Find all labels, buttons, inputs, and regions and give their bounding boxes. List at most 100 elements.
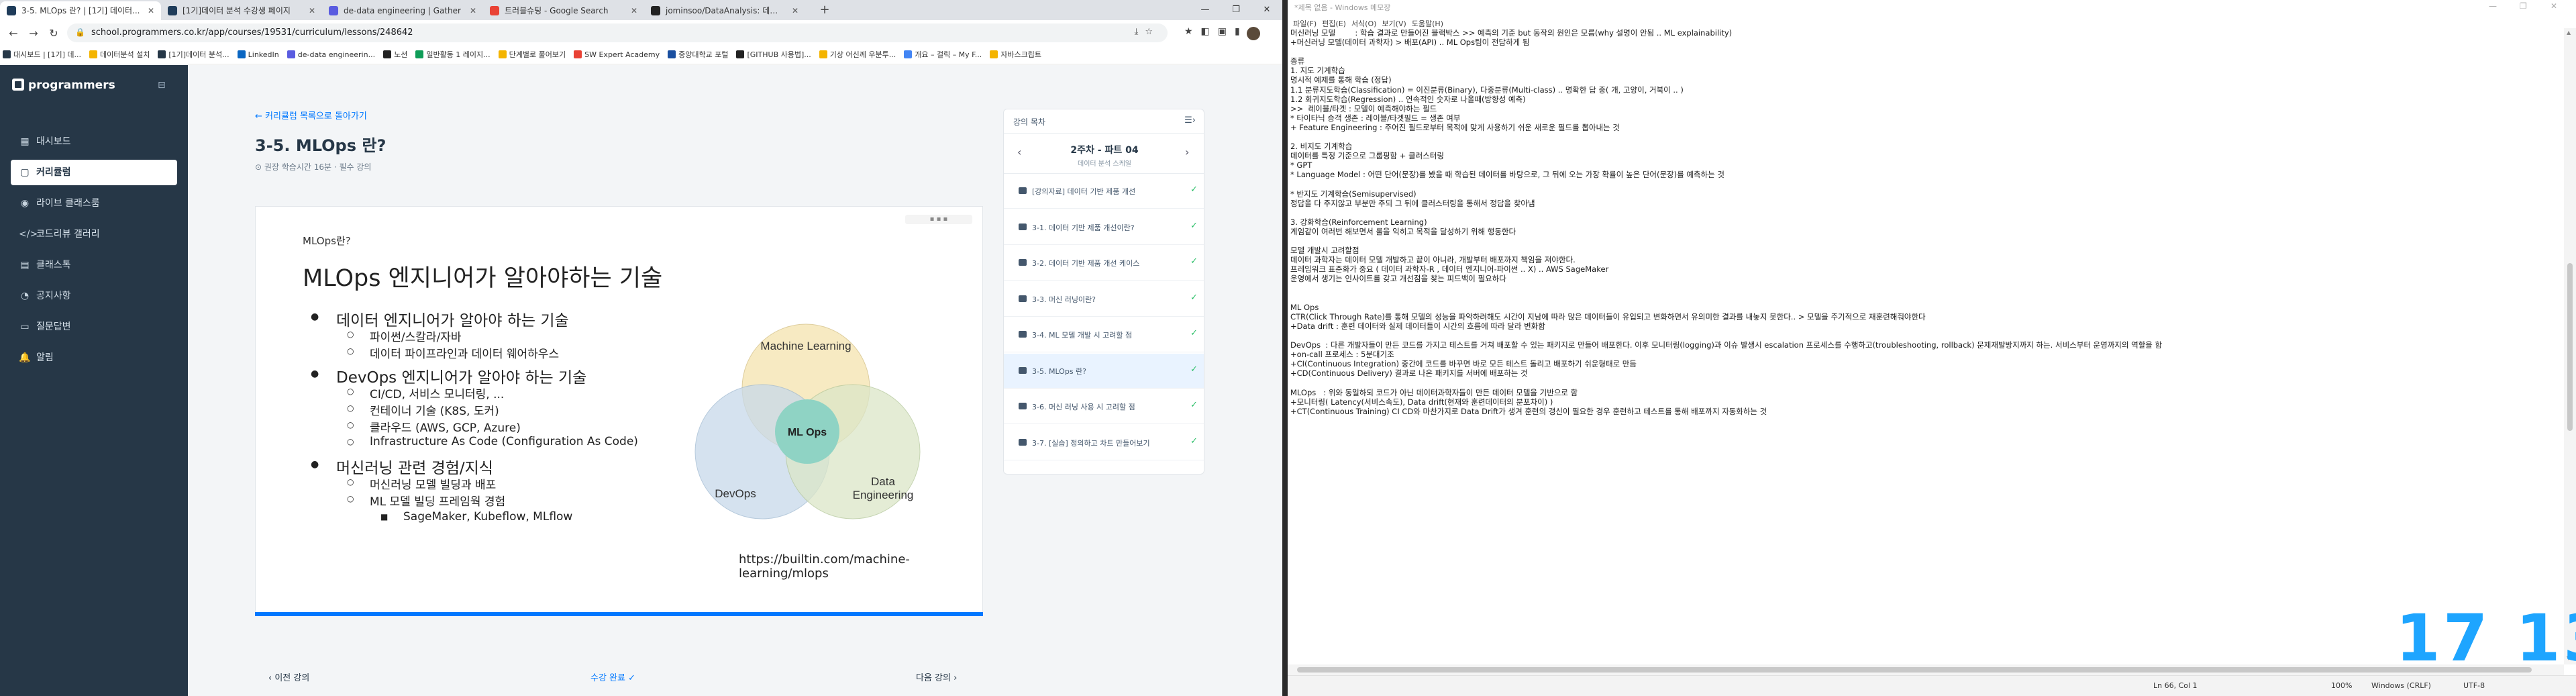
slide-bullet: ■ SageMaker, Kubeflow, MLflow [380,510,572,524]
profile-avatar[interactable] [1247,27,1260,40]
bookmark-item[interactable]: 기상 어신께 우분투... [817,46,901,64]
lesson-label: 3-7. [실습] 정의하고 차트 만들어보기 [1032,438,1150,448]
sidebar-item-4[interactable]: ▤ 클래스톡 [11,252,177,278]
notepad-menubar: 파일(F) 편집(E) 서식(O) 보기(V) 도움말(H) [1288,16,2576,28]
window-close-button[interactable]: ✕ [2551,1,2557,11]
reload-icon[interactable]: ↻ [46,26,62,42]
bookmark-item[interactable]: [1기]데이터 분석... [155,46,234,64]
notepad-title: *제목 없음 - Windows 메모장 [1294,3,1391,12]
close-icon[interactable]: ✕ [792,1,798,20]
curriculum-item[interactable]: 3-6. 머신 러닝 사용 시 고려할 점 ✓ [1004,389,1204,424]
text-line: + Feature Engineering : 주어진 필드로부터 목적에 맞게… [1290,122,1620,132]
complete-button[interactable]: 수강 완료 ✓ [590,670,635,683]
sidebar-item-icon: ▤ [20,260,30,270]
address-url[interactable]: school.programmers.co.kr/app/courses/195… [91,28,413,38]
tab-1[interactable]: [1기]데이터 분석 수강생 페이지 ✕ [161,1,322,20]
minimize-button[interactable]: — [1190,0,1221,20]
bookmark-item[interactable]: 자바스크립트 [987,46,1047,64]
bookmark-item[interactable]: 단계별로 풀어보기 [496,46,571,64]
complete-label: 수강 완료 [590,673,625,683]
clock-overlay: 17 13 [2395,601,2576,676]
sidebar-item-3[interactable]: </> 코드리뷰 갤러리 [11,221,177,247]
tab-3[interactable]: 트러블슈팅 - Google Search ✕ [483,1,644,20]
bookmark-item[interactable]: de-data engineerin... [285,46,380,64]
close-icon[interactable]: ✕ [148,1,154,20]
sidebar-item-5[interactable]: ◔ 공지사항 [11,283,177,309]
lock-icon: 🔒 [75,28,85,37]
horizontal-scrollbar[interactable] [1288,664,2564,675]
curriculum-item[interactable]: 3-1. 데이터 기반 제품 개선이란? ✓ [1004,210,1204,245]
sidebar-item-6[interactable]: ▭ 질문답변 [11,314,177,340]
slide-citation: https://builtin.com/machine-learning/mlo… [739,552,910,581]
forward-arrow-icon[interactable]: → [25,26,42,42]
tab-strip: 3-5. MLOps 란? | [1기] 데이터... ✕ [1기]데이터 분석… [0,0,1282,20]
curriculum-item[interactable]: 3-2. 데이터 기반 제품 개선 케이스 ✓ [1004,246,1204,281]
lesson-type-icon [1019,259,1027,266]
lesson-type-icon [1019,403,1027,409]
lesson-label: 3-3. 머신 러닝이란? [1032,295,1096,304]
bookmark-item[interactable]: 중앙대학교 포털 [665,46,733,64]
slide-controls[interactable]: ▪ ▪ ▪ [905,215,972,224]
close-icon[interactable]: ✕ [470,1,476,20]
chevron-right-icon[interactable]: › [1185,146,1189,158]
bookmark-item[interactable]: 노션 [380,46,413,64]
bookmark-item[interactable]: 일반활동 1 레이지... [413,46,495,64]
tab-4[interactable]: jominsoo/DataAnalysis: 데이터... ✕ [644,1,805,20]
lesson-label: 3-4. ML 모델 개발 시 고려할 점 [1032,331,1133,340]
list-menu-icon[interactable]: ☰› [1184,115,1196,126]
prev-lesson-button[interactable]: ‹ 이전 강의 [268,670,309,683]
new-tab-button[interactable]: + [815,1,834,19]
text-line: +Data drift : 훈련 데이터와 실제 데이터들이 시간의 흐름에 따… [1290,321,1545,331]
minimize-button[interactable]: — [2489,1,2497,11]
back-to-curriculum-link[interactable]: ← 커리큘럼 목록으로 돌아가기 [255,109,367,121]
maximize-button[interactable]: ❐ [1221,0,1251,20]
close-icon[interactable]: ✕ [631,1,637,20]
tab-0[interactable]: 3-5. MLOps 란? | [1기] 데이터... ✕ [0,1,161,20]
bookmark-label: 단계별로 풀어보기 [509,50,566,59]
bookmark-item[interactable]: [GITHUB 사용법]... [733,46,816,64]
extension-icons[interactable]: ★◧▣▮ [1184,26,1248,37]
bookmark-item[interactable]: LinkedIn [235,46,285,64]
text-line: 1.1 분류지도학습(Classification) = 이진분류(Binary… [1290,85,1684,95]
address-bar[interactable]: 🔒 school.programmers.co.kr/app/courses/1… [67,23,1168,42]
window-close-button[interactable]: ✕ [1251,0,1282,20]
curriculum-item[interactable]: 3-7. [실습] 정의하고 차트 만들어보기 ✓ [1004,426,1204,460]
bullet-text: 데이터 파이프라인과 데이터 웨어하우스 [370,348,560,361]
week-selector: ‹ 2주차 - 파트 04 데이터 분석 스케일 › [1004,134,1204,174]
tab-2[interactable]: de-data engineering | Gather ✕ [322,1,483,20]
bullet-marker: ■ [380,512,389,521]
sidebar-item-2[interactable]: ◉ 라이브 클래스룸 [11,191,177,216]
omnibox-actions[interactable]: ⤓☆ [1135,27,1160,37]
curriculum-item[interactable]: [강의자료] 데이터 기반 제품 개선 ✓ [1004,174,1204,209]
collapse-sidebar-icon[interactable]: ⊟ [158,80,166,91]
curriculum-title: 강의 목차 [1013,117,1045,127]
programmers-logo[interactable]: programmers [12,79,115,92]
sidebar-item-0[interactable]: ▦ 대시보드 [11,129,177,154]
sidebar-item-1[interactable]: ▢ 커리큘럼 [11,160,177,185]
curriculum-item[interactable]: 3-4. ML 모델 개발 시 고려할 점 ✓ [1004,317,1204,352]
curriculum-item[interactable]: 3-5. MLOps 란? ✓ [1004,353,1204,389]
bookmark-item[interactable]: 데이터분석 설치 [87,46,155,64]
lecture-slide[interactable]: ▪ ▪ ▪ MLOps란? MLOps 엔지니어가 알아야하는 기술 ● 데이터 … [255,206,983,615]
curriculum-item[interactable]: 3-3. 머신 러닝이란? ✓ [1004,282,1204,317]
text-line: 명시적 예제를 통해 학습 (정답) [1290,75,1392,85]
scroll-up-icon[interactable]: ▲ [2567,30,2571,36]
text-line: +CT(Continuous Training) CI CD와 마찬가지로 Da… [1290,406,1767,416]
line-ending: Windows (CRLF) [2371,681,2431,690]
back-arrow-icon[interactable]: ← [5,26,21,42]
text-line: 1. 지도 기계학습 [1290,66,1345,76]
video-progress-bar[interactable] [255,612,983,616]
maximize-button[interactable]: ❐ [2520,1,2527,11]
sidebar-item-icon: </> [19,229,38,240]
hscroll-thumb[interactable] [1297,667,2532,673]
scroll-thumb[interactable] [2567,263,2573,431]
bookmark-item[interactable]: SW Expert Academy [571,46,665,64]
bookmark-item[interactable]: 대시보드 | [1기] 데... [0,46,87,64]
next-lesson-button[interactable]: 다음 강의 › [916,670,957,683]
notepad-editor[interactable]: 머신러닝 모델 : 학습 결과로 만들어진 블랙박스 >> 예측의 기준 but… [1290,28,2562,664]
sidebar-item-7[interactable]: 🔔 알림 [11,345,177,370]
close-icon[interactable]: ✕ [309,1,315,20]
vertical-scrollbar[interactable]: ▲ ▼ [2564,28,2576,664]
bookmark-item[interactable]: 개요 – 걸릭 – My F... [901,46,987,64]
lesson-type-icon [1019,331,1027,338]
